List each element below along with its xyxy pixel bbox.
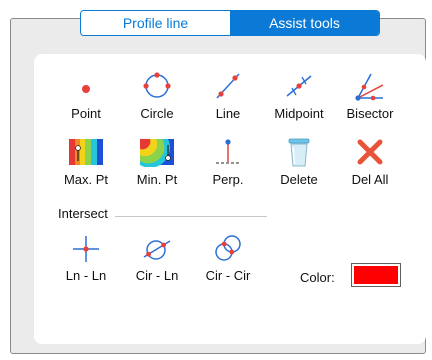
delete-tool-button[interactable]: Delete [263, 134, 335, 192]
tab-assist-tools[interactable]: Assist tools [230, 11, 379, 35]
color-swatch-fill [354, 266, 398, 284]
line-tool-button[interactable]: Line [192, 68, 264, 126]
line-icon [208, 68, 248, 104]
intersect-section-label: Intersect [58, 206, 108, 221]
circle-tool-button[interactable]: Circle [121, 68, 193, 126]
perpendicular-icon [208, 134, 248, 170]
line-line-intersect-icon [66, 230, 106, 266]
circle-circle-intersect-button[interactable]: Cir - Cir [192, 230, 264, 288]
max-point-label: Max. Pt [63, 172, 109, 187]
color-swatch-button[interactable] [351, 263, 401, 287]
line-label: Line [215, 106, 241, 121]
min-point-tool-button[interactable]: Min. Pt [121, 134, 193, 192]
min-point-label: Min. Pt [136, 172, 178, 187]
point-icon [66, 68, 106, 104]
point-label: Point [71, 106, 101, 121]
point-tool-button[interactable]: Point [50, 68, 122, 126]
circle-circle-intersect-label: Cir - Cir [205, 268, 251, 283]
line-line-intersect-button[interactable]: Ln - Ln [50, 230, 122, 288]
mode-tabs: Profile line Assist tools [80, 10, 380, 36]
delete-label: Delete [280, 172, 318, 187]
intersect-divider [115, 216, 267, 217]
circle-circle-intersect-icon [208, 230, 248, 266]
max-point-tool-button[interactable]: Max. Pt [50, 134, 122, 192]
bisector-label: Bisector [346, 106, 394, 121]
bisector-tool-button[interactable]: Bisector [334, 68, 406, 126]
perpendicular-label: Perp. [212, 172, 244, 187]
line-line-intersect-label: Ln - Ln [65, 268, 107, 283]
midpoint-label: Midpoint [274, 106, 324, 121]
bisector-icon [350, 68, 390, 104]
midpoint-tool-button[interactable]: Midpoint [263, 68, 335, 126]
midpoint-icon [279, 68, 319, 104]
delete-all-tool-button[interactable]: Del All [334, 134, 406, 192]
delete-all-label: Del All [351, 172, 389, 187]
circle-label: Circle [140, 106, 174, 121]
circle-line-intersect-button[interactable]: Cir - Ln [121, 230, 193, 288]
color-label: Color: [300, 270, 335, 285]
max-point-icon [66, 134, 106, 170]
tab-profile-line[interactable]: Profile line [81, 11, 230, 35]
circle-line-intersect-label: Cir - Ln [135, 268, 179, 283]
close-icon [350, 134, 390, 170]
min-point-icon [137, 134, 177, 170]
circle-icon [137, 68, 177, 104]
circle-line-intersect-icon [137, 230, 177, 266]
trash-icon [279, 134, 319, 170]
perpendicular-tool-button[interactable]: Perp. [192, 134, 264, 192]
